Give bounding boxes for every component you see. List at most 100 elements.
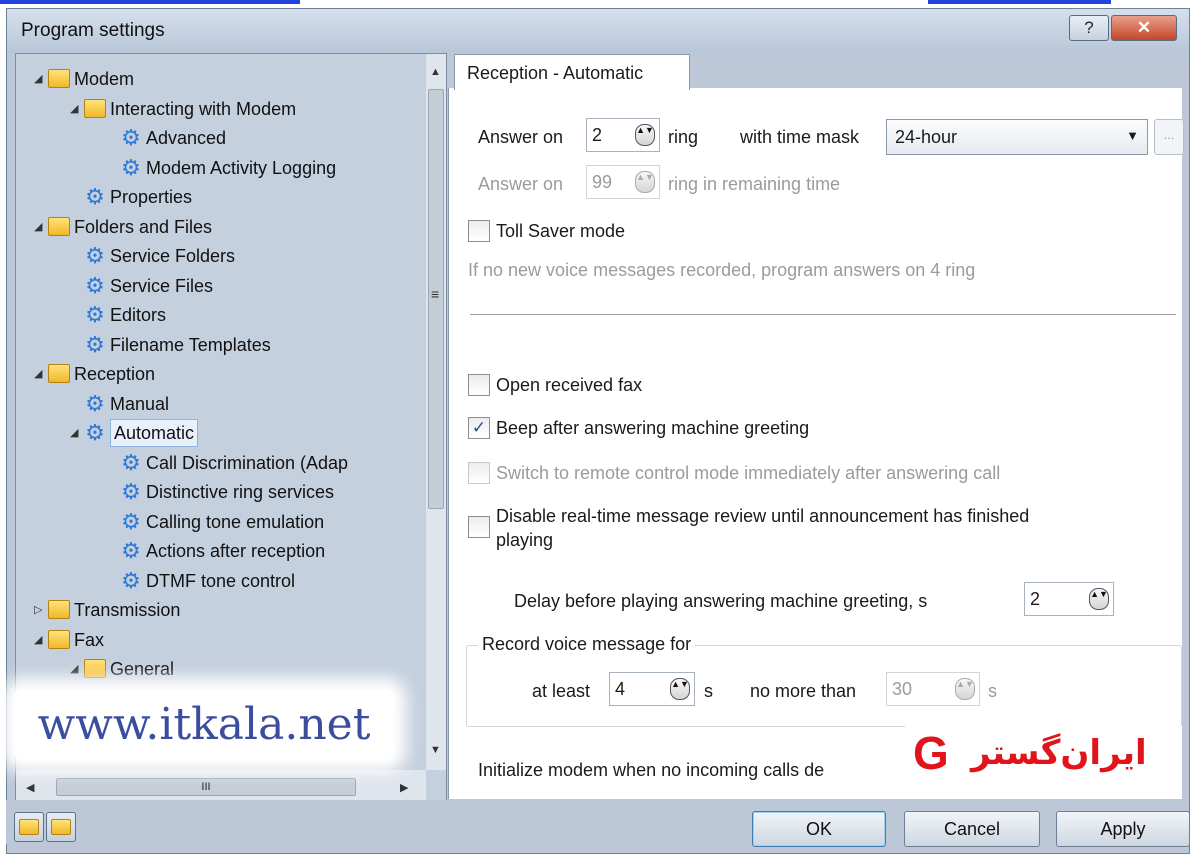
tree-item-label: DTMF tone control: [146, 570, 296, 591]
time-mask-select[interactable]: 24-hour ▼: [886, 119, 1148, 155]
save-folder-button[interactable]: [46, 812, 76, 842]
seconds-label: s: [704, 681, 713, 701]
tree-item-label: Editors: [110, 305, 167, 325]
time-mask-edit-button[interactable]: ...: [1154, 119, 1184, 155]
tree-item-label: Manual: [110, 393, 170, 414]
no-more-than-value: 30: [892, 679, 913, 699]
tab-reception-automatic[interactable]: Reception - Automatic: [454, 54, 690, 90]
folder-icon: [51, 819, 71, 835]
grip-icon: ≡: [431, 286, 440, 302]
toll-saver-hint: If no new voice messages recorded, progr…: [468, 260, 976, 280]
tree-item-label: Calling tone emulation: [146, 511, 325, 532]
gear-icon: ⚙: [85, 331, 105, 357]
no-more-than-label: no more than: [750, 681, 857, 701]
disable-review-label-line2: playing: [496, 530, 554, 550]
answer-on-remaining-label: Answer on: [478, 174, 564, 194]
record-group-title: Record voice message for: [478, 634, 696, 655]
beep-label: Beep after answering machine greeting: [496, 418, 810, 438]
expander-icon[interactable]: ▷: [34, 596, 46, 624]
switch-remote-checkbox[interactable]: [468, 462, 490, 484]
folder-icon: [48, 629, 70, 649]
logo-g-icon: G: [913, 727, 949, 779]
top-link-left[interactable]: [0, 0, 300, 4]
gear-icon: ⚙: [121, 538, 141, 563]
help-button[interactable]: ?: [1069, 15, 1109, 41]
window-title: Program settings: [21, 20, 165, 41]
tree-item-label: Properties: [110, 187, 193, 207]
gear-icon: ⚙: [121, 449, 141, 475]
toll-saver-checkbox[interactable]: [468, 220, 490, 242]
tree-item-label: Actions after reception: [146, 541, 326, 561]
separator: [470, 314, 1176, 315]
folder-icon: [48, 364, 70, 383]
expander-icon[interactable]: ◢: [70, 95, 82, 123]
delay-label: Delay before playing answering machine g…: [514, 591, 928, 611]
spinner-arrows-icon[interactable]: ▲▼: [635, 124, 655, 146]
expander-icon[interactable]: ◢: [70, 419, 82, 447]
spinner-arrows-icon[interactable]: ▲▼: [670, 678, 690, 700]
close-button[interactable]: ✕: [1111, 15, 1177, 41]
folder-icon: [48, 216, 70, 236]
scroll-thumb[interactable]: ≡: [428, 89, 444, 509]
ring-label: ring: [668, 127, 699, 147]
watermark-text: www.itkala.net: [14, 690, 394, 760]
folder-icon: [84, 659, 106, 678]
delay-spinner[interactable]: 2 ▲▼: [1024, 582, 1114, 616]
apply-button[interactable]: Apply: [1056, 811, 1190, 847]
switch-remote-label: Switch to remote control mode immediatel…: [496, 463, 1001, 483]
spinner-arrows-icon[interactable]: ▲▼: [635, 171, 655, 193]
spinner-arrows-icon[interactable]: ▲▼: [1089, 588, 1109, 610]
expander-icon[interactable]: ◢: [34, 360, 46, 388]
scroll-up-arrow[interactable]: ▲: [430, 66, 441, 78]
title-bar: Program settings ? ✕: [7, 9, 1189, 53]
expander-icon[interactable]: ◢: [70, 655, 82, 683]
scroll-down-arrow[interactable]: ▼: [430, 744, 441, 756]
tree-item-label: Fax: [74, 629, 105, 650]
top-link-right[interactable]: [928, 0, 1111, 4]
init-modem-label: Initialize modem when no incoming calls …: [478, 760, 825, 780]
gear-icon: ⚙: [121, 567, 141, 593]
spinner-arrows-icon[interactable]: ▲▼: [955, 678, 975, 700]
gear-icon: ⚙: [121, 479, 141, 504]
scroll-right-arrow[interactable]: ▶: [400, 781, 408, 794]
seconds-label-2: s: [988, 681, 997, 701]
expander-icon[interactable]: ◢: [34, 626, 46, 654]
tree-item-label: Transmission: [74, 600, 181, 620]
hscroll-thumb[interactable]: III: [56, 778, 356, 796]
expander-icon[interactable]: ◢: [34, 213, 46, 241]
at-least-spinner[interactable]: 4 ▲▼: [609, 672, 695, 706]
folder-icon: [48, 600, 70, 619]
time-mask-label: with time mask: [740, 127, 860, 147]
disable-review-checkbox[interactable]: [468, 516, 490, 538]
ring-remaining-label: ring in remaining time: [668, 174, 841, 194]
gear-icon: ⚙: [85, 420, 105, 445]
ok-button[interactable]: OK: [752, 811, 886, 847]
at-least-value: 4: [615, 679, 626, 699]
answer-on-remaining-spinner[interactable]: 99 ▲▼: [586, 165, 660, 199]
open-fax-checkbox[interactable]: [468, 374, 490, 396]
dropdown-arrow-icon: ▼: [1126, 128, 1139, 143]
answer-on-remaining-value: 99: [592, 172, 613, 192]
tree-item-label: Automatic: [110, 419, 199, 447]
folder-icon: [48, 69, 70, 88]
open-folder-button[interactable]: [14, 812, 44, 842]
answer-on-spinner[interactable]: 2 ▲▼: [586, 118, 660, 152]
gear-icon: ⚙: [85, 302, 105, 327]
tree-item-label: Service Files: [110, 275, 214, 296]
delay-value: 2: [1030, 589, 1041, 609]
answer-on-value: 2: [592, 125, 603, 145]
tree-item-label: Advanced: [146, 128, 227, 148]
gear-icon: ⚙: [85, 184, 105, 209]
expander-icon[interactable]: ◢: [34, 65, 46, 93]
tree-item-label: General: [110, 659, 175, 679]
tree-item-label: Call Discrimination (Adap: [146, 452, 349, 473]
beep-checkbox[interactable]: ✓: [468, 417, 490, 439]
tree-item-label: Modem Activity Logging: [146, 157, 337, 178]
cancel-button[interactable]: Cancel: [904, 811, 1040, 847]
scroll-left-arrow[interactable]: ◀: [26, 781, 34, 794]
gear-icon: ⚙: [121, 508, 141, 534]
no-more-than-spinner[interactable]: 30 ▲▼: [886, 672, 980, 706]
tree-vertical-scrollbar[interactable]: ▲ ≡ ▼: [426, 54, 446, 770]
tree-item-label: Folders and Files: [74, 216, 213, 237]
tree-item-label: Modem: [74, 69, 135, 89]
